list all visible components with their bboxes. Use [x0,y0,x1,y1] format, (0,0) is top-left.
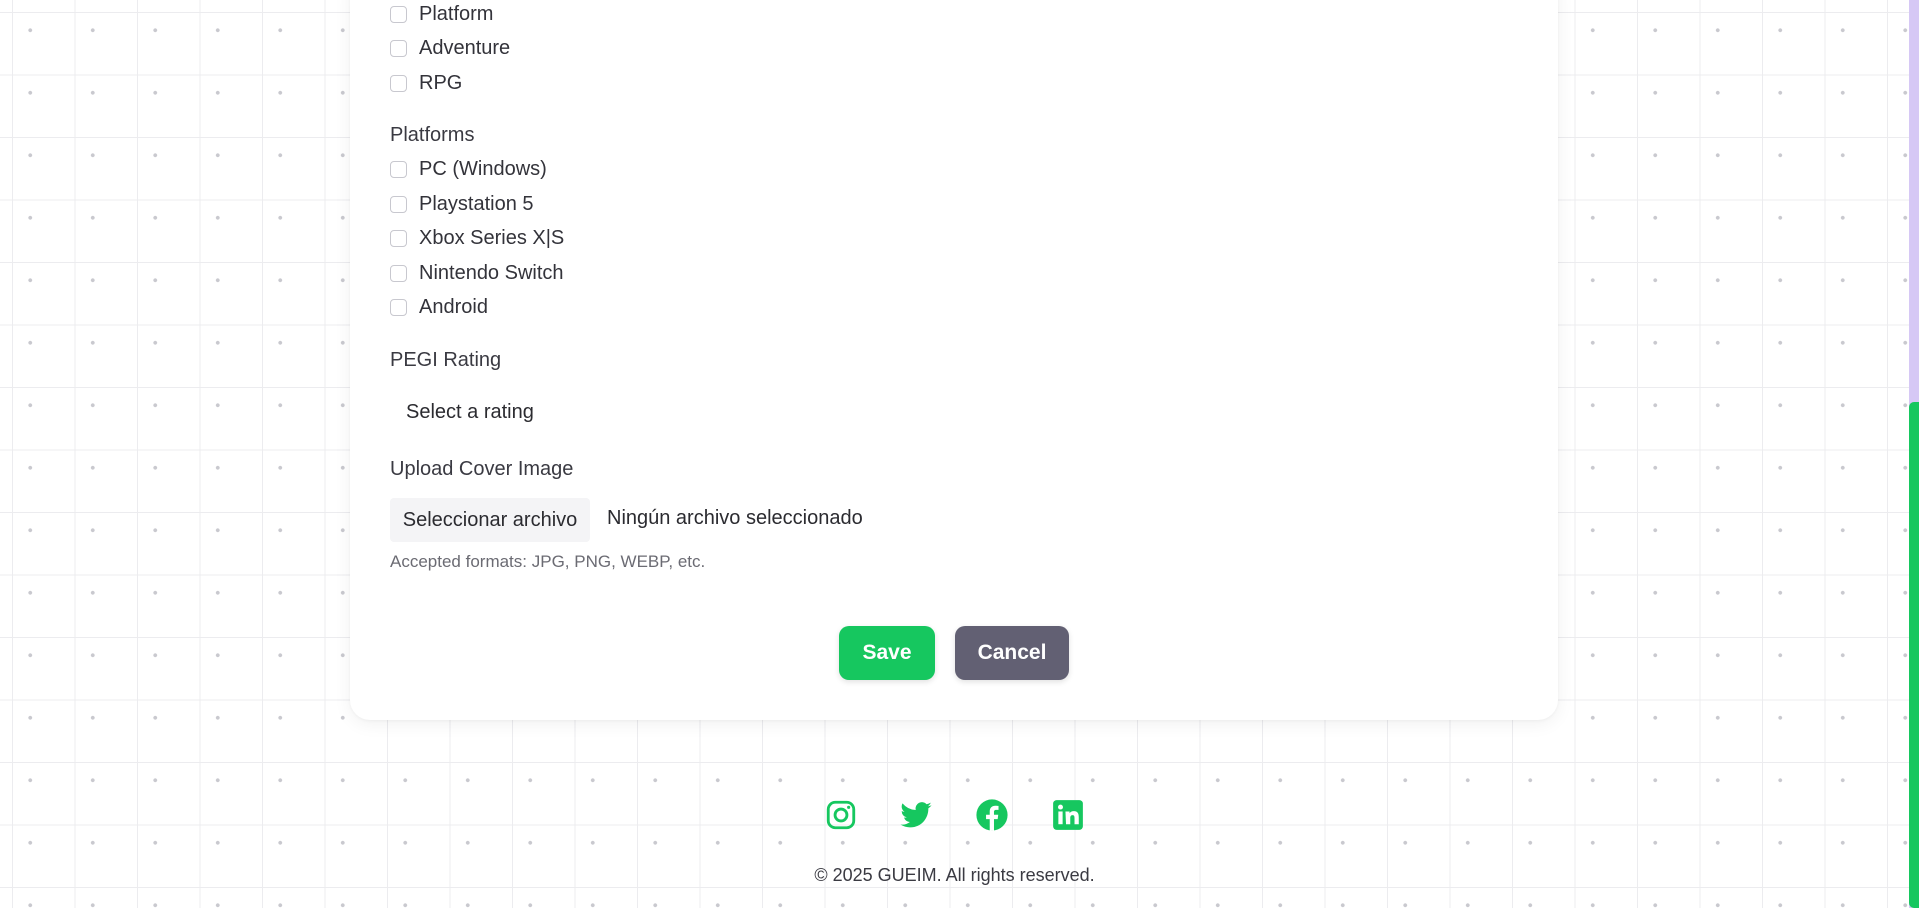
twitter-icon[interactable] [899,798,933,832]
instagram-icon[interactable] [824,798,858,832]
platform-label: Playstation 5 [419,192,534,215]
platforms-label: Platforms [390,124,475,146]
genre-label: RPG [419,71,463,94]
platform-label: Nintendo Switch [419,261,564,284]
genre-option-rpg[interactable]: RPG [390,71,462,95]
genre-option-platform[interactable]: Platform [390,2,493,26]
game-form-card [350,0,1558,720]
genre-checkbox[interactable] [390,74,407,92]
pegi-rating-value: Select a rating [406,400,534,423]
platform-option-switch[interactable]: Nintendo Switch [390,261,564,285]
platform-checkbox[interactable] [390,264,407,282]
choose-file-button[interactable]: Seleccionar archivo [390,498,590,542]
platform-checkbox[interactable] [390,229,407,247]
copyright-text: © 2025 GUEIM. All rights reserved. [814,865,1095,885]
platform-checkbox[interactable] [390,195,407,213]
platform-checkbox[interactable] [390,160,407,178]
linkedin-icon[interactable] [1051,798,1085,832]
platform-checkbox[interactable] [390,298,407,316]
cancel-button[interactable]: Cancel [955,626,1069,680]
platform-option-xbox[interactable]: Xbox Series X|S [390,226,564,250]
save-button[interactable]: Save [839,626,935,680]
file-status-text: Ningún archivo seleccionado [607,507,863,529]
platform-option-ps5[interactable]: Playstation 5 [390,192,534,216]
pegi-rating-label: PEGI Rating [390,349,502,371]
accepted-formats-hint: Accepted formats: JPG, PNG, WEBP, etc. [390,552,706,571]
genre-label: Platform [419,2,494,25]
platform-label: Android [419,295,488,318]
genre-option-adventure[interactable]: Adventure [390,36,510,60]
pegi-rating-select[interactable]: Select a rating [390,389,1520,435]
genre-label: Adventure [419,36,511,59]
genre-checkbox[interactable] [390,5,407,23]
scrollbar-thumb[interactable] [1909,402,1919,908]
platform-option-pc[interactable]: PC (Windows) [390,157,547,181]
platform-option-android[interactable]: Android [390,295,488,319]
platform-label: PC (Windows) [419,157,547,180]
platform-label: Xbox Series X|S [419,226,565,249]
facebook-icon[interactable] [975,798,1009,832]
upload-cover-label: Upload Cover Image [390,458,574,480]
genre-checkbox[interactable] [390,39,407,57]
